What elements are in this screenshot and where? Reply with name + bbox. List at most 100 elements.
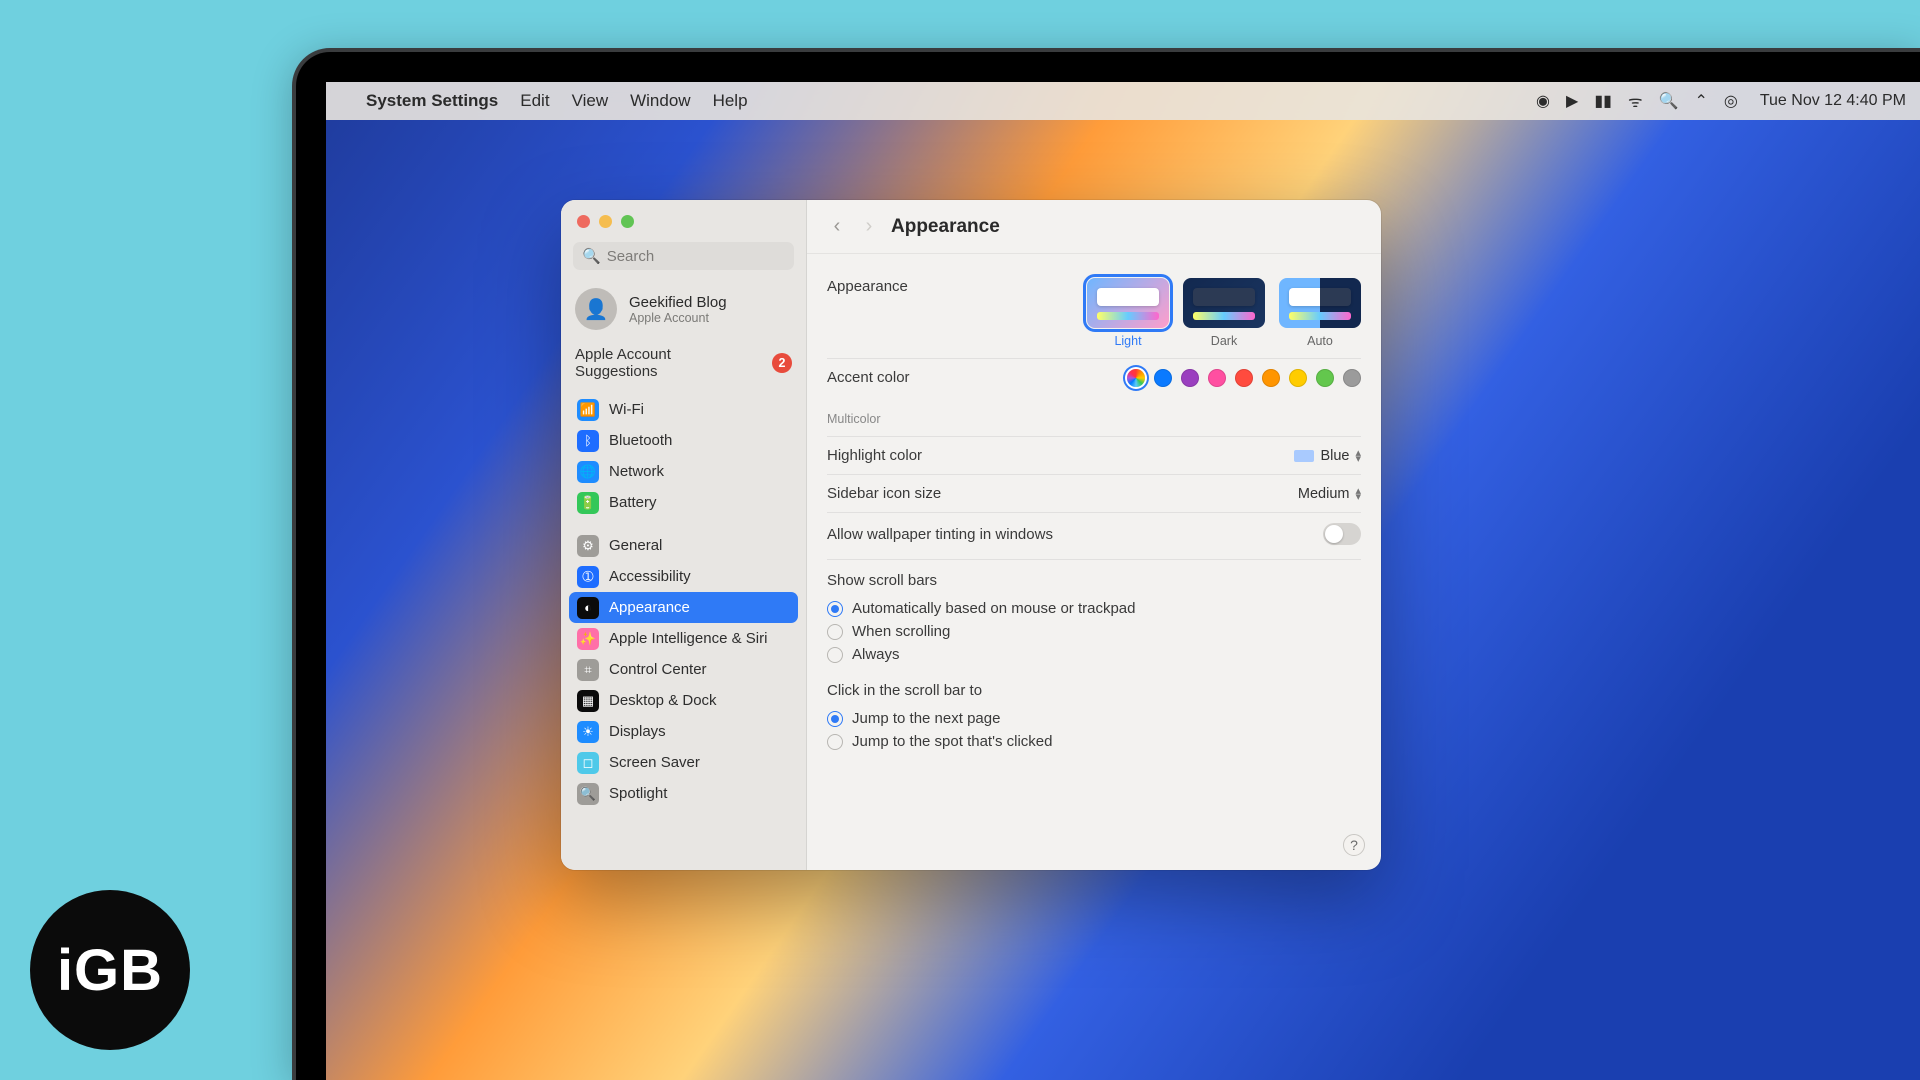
accessibility-icon: ➀ (577, 566, 599, 588)
accent-green[interactable] (1316, 369, 1334, 387)
menubar-app-name[interactable]: System Settings (366, 91, 498, 111)
search-placeholder: Search (607, 248, 655, 265)
screensaver-icon: ◻ (577, 752, 599, 774)
zoom-button[interactable] (621, 215, 634, 228)
sidebar-item-wifi[interactable]: 📶Wi-Fi (569, 394, 798, 425)
highlight-swatch (1294, 450, 1314, 462)
search-icon: 🔍 (582, 247, 601, 265)
radio-label: Always (852, 646, 900, 663)
radio-icon (827, 734, 843, 750)
radio-icon (827, 624, 843, 640)
radio-icon (827, 647, 843, 663)
now-playing-icon[interactable]: ▶ (1566, 91, 1578, 111)
accent-purple[interactable] (1181, 369, 1199, 387)
highlight-color-dropdown[interactable]: Blue ▴▾ (1294, 448, 1361, 464)
menu-window[interactable]: Window (630, 91, 690, 111)
siri-icon[interactable]: ◎ (1724, 91, 1738, 111)
accent-blue[interactable] (1154, 369, 1172, 387)
appearance-mode-auto[interactable]: Auto (1279, 278, 1361, 348)
sidebar-item-general[interactable]: ⚙ General (569, 530, 798, 561)
accent-multicolor[interactable] (1127, 369, 1145, 387)
appearance-mode-light[interactable]: Light (1087, 278, 1169, 348)
search-input[interactable]: 🔍 Search (573, 242, 794, 270)
appleint-icon: ✨ (577, 628, 599, 650)
accent-pink[interactable] (1208, 369, 1226, 387)
sidebar-nav-list: 📶Wi-FiᛒBluetooth 🌐 Network 🔋 Battery ⚙ General… (561, 390, 806, 819)
accent-orange[interactable] (1262, 369, 1280, 387)
appearance-mode-dark[interactable]: Dark (1183, 278, 1265, 348)
sidebar-item-network[interactable]: 🌐 Network (569, 456, 798, 487)
sidebar-item-bluetooth[interactable]: ᛒBluetooth (569, 425, 798, 456)
nav-back-button[interactable]: ‹ (827, 215, 847, 238)
appearance-mode-label: Light (1114, 334, 1141, 348)
sidebar-item-label: Apple Intelligence & Siri (609, 630, 767, 647)
show-scroll-bars-option-2[interactable]: Always (827, 643, 1361, 666)
settings-sidebar: 🔍 Search 👤 Geekified Blog Apple Account … (561, 200, 807, 870)
scroll-click-option-1[interactable]: Jump to the spot that's clicked (827, 730, 1361, 753)
recording-icon[interactable]: ◉ (1536, 91, 1550, 111)
sidebar-item-label: Battery (609, 494, 657, 511)
chevron-updown-icon: ▴▾ (1355, 488, 1361, 500)
highlight-color-label: Highlight color (827, 447, 922, 464)
sidebar-item-spotlight[interactable]: 🔍Spotlight (569, 778, 798, 809)
menubar: System Settings Edit View Window Help ◉ … (326, 82, 1920, 120)
radio-label: Jump to the next page (852, 710, 1000, 727)
wifi-icon[interactable]: ᯤ (1628, 90, 1643, 112)
appearance-mode-label: Dark (1211, 334, 1237, 348)
spotlight-icon[interactable]: 🔍 (1659, 91, 1679, 111)
show-scroll-bars-option-1[interactable]: When scrolling (827, 620, 1361, 643)
sidebar-item-screensaver[interactable]: ◻ Screen Saver (569, 747, 798, 778)
menu-view[interactable]: View (572, 91, 609, 111)
battery-icon: 🔋 (577, 492, 599, 514)
battery-icon[interactable]: ▮▮ (1594, 91, 1612, 111)
apple-account-suggestions[interactable]: Apple Account Suggestions 2 (561, 342, 806, 390)
displays-icon: ☀ (577, 721, 599, 743)
appearance-mode-group: Light Dark Auto (1087, 278, 1361, 348)
minimize-button[interactable] (599, 215, 612, 228)
scroll-click-title: Click in the scroll bar to (827, 682, 1361, 699)
content-titlebar: ‹ › Appearance (807, 200, 1381, 254)
sidebar-item-appearance[interactable]: ◐Appearance (569, 592, 798, 623)
menubar-clock[interactable]: Tue Nov 12 4:40 PM (1760, 92, 1906, 110)
control-center-icon[interactable]: ⌃ (1694, 91, 1707, 111)
sidebar-item-label: Screen Saver (609, 754, 700, 771)
menu-edit[interactable]: Edit (520, 91, 549, 111)
close-button[interactable] (577, 215, 590, 228)
show-scroll-bars-option-0[interactable]: Automatically based on mouse or trackpad (827, 597, 1361, 620)
sidebar-item-label: Network (609, 463, 664, 480)
wallpaper-tinting-switch[interactable] (1323, 523, 1361, 545)
accent-yellow[interactable] (1289, 369, 1307, 387)
sidebar-item-appleint[interactable]: ✨ Apple Intelligence & Siri (569, 623, 798, 654)
chevron-updown-icon: ▴▾ (1355, 450, 1361, 462)
sidebar-item-label: Wi-Fi (609, 401, 644, 418)
sidebar-item-label: General (609, 537, 662, 554)
sidebar-item-battery[interactable]: 🔋 Battery (569, 487, 798, 518)
sidebar-icon-size-value: Medium (1298, 486, 1350, 502)
radio-label: Jump to the spot that's clicked (852, 733, 1052, 750)
network-icon: 🌐 (577, 461, 599, 483)
sidebar-item-controlcenter[interactable]: ⌗Control Center (569, 654, 798, 685)
sidebar-item-label: Accessibility (609, 568, 691, 585)
general-icon: ⚙ (577, 535, 599, 557)
accent-color-label: Accent color (827, 369, 910, 386)
igb-watermark: iGB (30, 890, 190, 1050)
sidebar-item-label: Appearance (609, 599, 690, 616)
account-name: Geekified Blog (629, 294, 727, 311)
menu-help[interactable]: Help (713, 91, 748, 111)
radio-label: Automatically based on mouse or trackpad (852, 600, 1135, 617)
scroll-click-group: Jump to the next page Jump to the spot th… (827, 707, 1361, 753)
help-button[interactable]: ? (1343, 834, 1365, 856)
sidebar-item-desktopdock[interactable]: ▦Desktop & Dock (569, 685, 798, 716)
scroll-click-option-0[interactable]: Jump to the next page (827, 707, 1361, 730)
sidebar-item-displays[interactable]: ☀ Displays (569, 716, 798, 747)
accent-color-caption: Multicolor (827, 412, 910, 426)
sidebar-item-accessibility[interactable]: ➀ Accessibility (569, 561, 798, 592)
appearance-pane: Appearance LightDarkAuto Accent color Mu… (807, 254, 1381, 870)
apple-account-row[interactable]: 👤 Geekified Blog Apple Account (561, 280, 806, 342)
accent-graphite[interactable] (1343, 369, 1361, 387)
wallpaper-tinting-label: Allow wallpaper tinting in windows (827, 526, 1053, 543)
sidebar-icon-size-dropdown[interactable]: Medium ▴▾ (1298, 486, 1361, 502)
sidebar-item-label: Displays (609, 723, 666, 740)
suggestions-label: Apple Account Suggestions (575, 346, 725, 380)
accent-red[interactable] (1235, 369, 1253, 387)
